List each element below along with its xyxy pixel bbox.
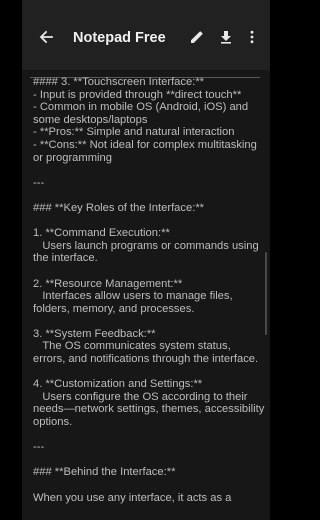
app-bar: Notepad Free [22, 0, 270, 70]
text-editor[interactable]: #### 3. **Touchscreen Interface:** - Inp… [22, 70, 270, 520]
download-icon [221, 31, 231, 44]
back-button[interactable] [35, 26, 57, 48]
notepad-app: Notepad Free #### 3. **Touchscreen Inter… [22, 0, 270, 520]
more-vert-icon [250, 30, 254, 44]
scrollbar[interactable] [265, 252, 267, 335]
more-options-button[interactable] [241, 26, 263, 48]
edit-button[interactable] [186, 26, 208, 48]
download-button[interactable] [215, 26, 237, 48]
arrow-back-icon [39, 30, 53, 44]
pencil-icon [191, 31, 203, 43]
app-title: Notepad Free [73, 30, 166, 46]
note-text[interactable]: #### 3. **Touchscreen Interface:** - Inp… [33, 76, 265, 504]
